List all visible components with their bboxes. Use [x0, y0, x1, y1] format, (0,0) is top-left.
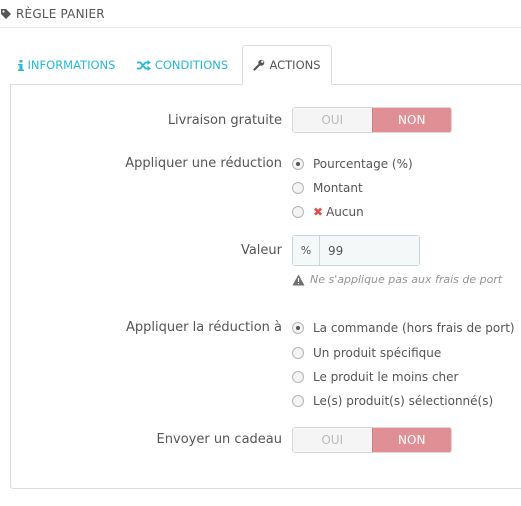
send-gift-label: Envoyer un cadeau	[156, 432, 282, 447]
info-icon	[17, 59, 24, 71]
radio-button[interactable]	[292, 347, 304, 359]
shuffle-icon	[136, 59, 151, 71]
free-shipping-switch: OUI NON	[292, 107, 452, 133]
tag-icon	[1, 8, 11, 19]
apply-to-option-selected-products[interactable]: Le(s) produit(s) sélectionné(s)	[292, 394, 493, 408]
free-shipping-no-button[interactable]: NON	[371, 108, 451, 132]
panel-title: Règle panier	[16, 6, 105, 21]
radio-button[interactable]	[292, 158, 304, 170]
tab-actions-label: Actions	[269, 58, 321, 72]
value-input[interactable]: 99	[320, 236, 419, 265]
radio-button[interactable]	[292, 395, 304, 407]
send-gift-switch: OUI NON	[292, 427, 452, 453]
apply-to-option-label: Le(s) produit(s) sélectionné(s)	[313, 394, 494, 408]
percent-addon: %	[293, 236, 320, 265]
apply-to-label: Appliquer la réduction à	[126, 320, 282, 335]
apply-to-option-label: Le produit le moins cher	[313, 370, 459, 384]
tab-informations[interactable]: Informations	[10, 45, 123, 85]
tab-bar: Informations Conditions Actions	[10, 45, 332, 85]
tab-conditions-label: Conditions	[154, 58, 229, 72]
discount-option-none[interactable]: ✖ Aucun	[292, 205, 364, 219]
apply-discount-label: Appliquer une réduction	[125, 156, 282, 171]
warning-icon	[292, 274, 305, 285]
discount-option-percentage[interactable]: Pourcentage (%)	[292, 157, 413, 171]
apply-to-option-cheapest[interactable]: Le produit le moins cher	[292, 370, 458, 384]
value-input-group: % 99	[292, 235, 420, 266]
help-text-label: Ne s'applique pas aux frais de port	[310, 273, 503, 286]
panel-heading: Règle panier	[0, 0, 521, 28]
radio-button[interactable]	[292, 322, 304, 334]
free-shipping-yes-button[interactable]: OUI	[293, 108, 372, 132]
radio-button[interactable]	[292, 182, 304, 194]
discount-option-label: Montant	[313, 181, 363, 195]
send-gift-yes-button[interactable]: OUI	[293, 428, 372, 452]
wrench-icon	[253, 59, 265, 71]
close-icon: ✖	[313, 205, 324, 219]
radio-button[interactable]	[292, 206, 304, 218]
radio-button[interactable]	[292, 371, 304, 383]
apply-to-option-label: La commande (hors frais de port)	[313, 321, 515, 335]
send-gift-no-button[interactable]: NON	[371, 428, 451, 452]
discount-option-label: Pourcentage (%)	[313, 157, 413, 171]
value-label: Valeur	[240, 243, 282, 258]
help-text: Ne s'applique pas aux frais de port	[292, 273, 502, 286]
tab-conditions[interactable]: Conditions	[123, 45, 242, 85]
discount-option-amount[interactable]: Montant	[292, 181, 363, 195]
free-shipping-label: Livraison gratuite	[167, 113, 282, 128]
apply-to-option-order[interactable]: La commande (hors frais de port)	[292, 321, 515, 335]
apply-to-option-specific-product[interactable]: Un produit spécifique	[292, 346, 441, 360]
tab-informations-label: Informations	[27, 58, 116, 72]
apply-to-option-label: Un produit spécifique	[313, 346, 442, 360]
tab-actions[interactable]: Actions	[242, 45, 332, 85]
discount-option-label: Aucun	[326, 205, 364, 219]
